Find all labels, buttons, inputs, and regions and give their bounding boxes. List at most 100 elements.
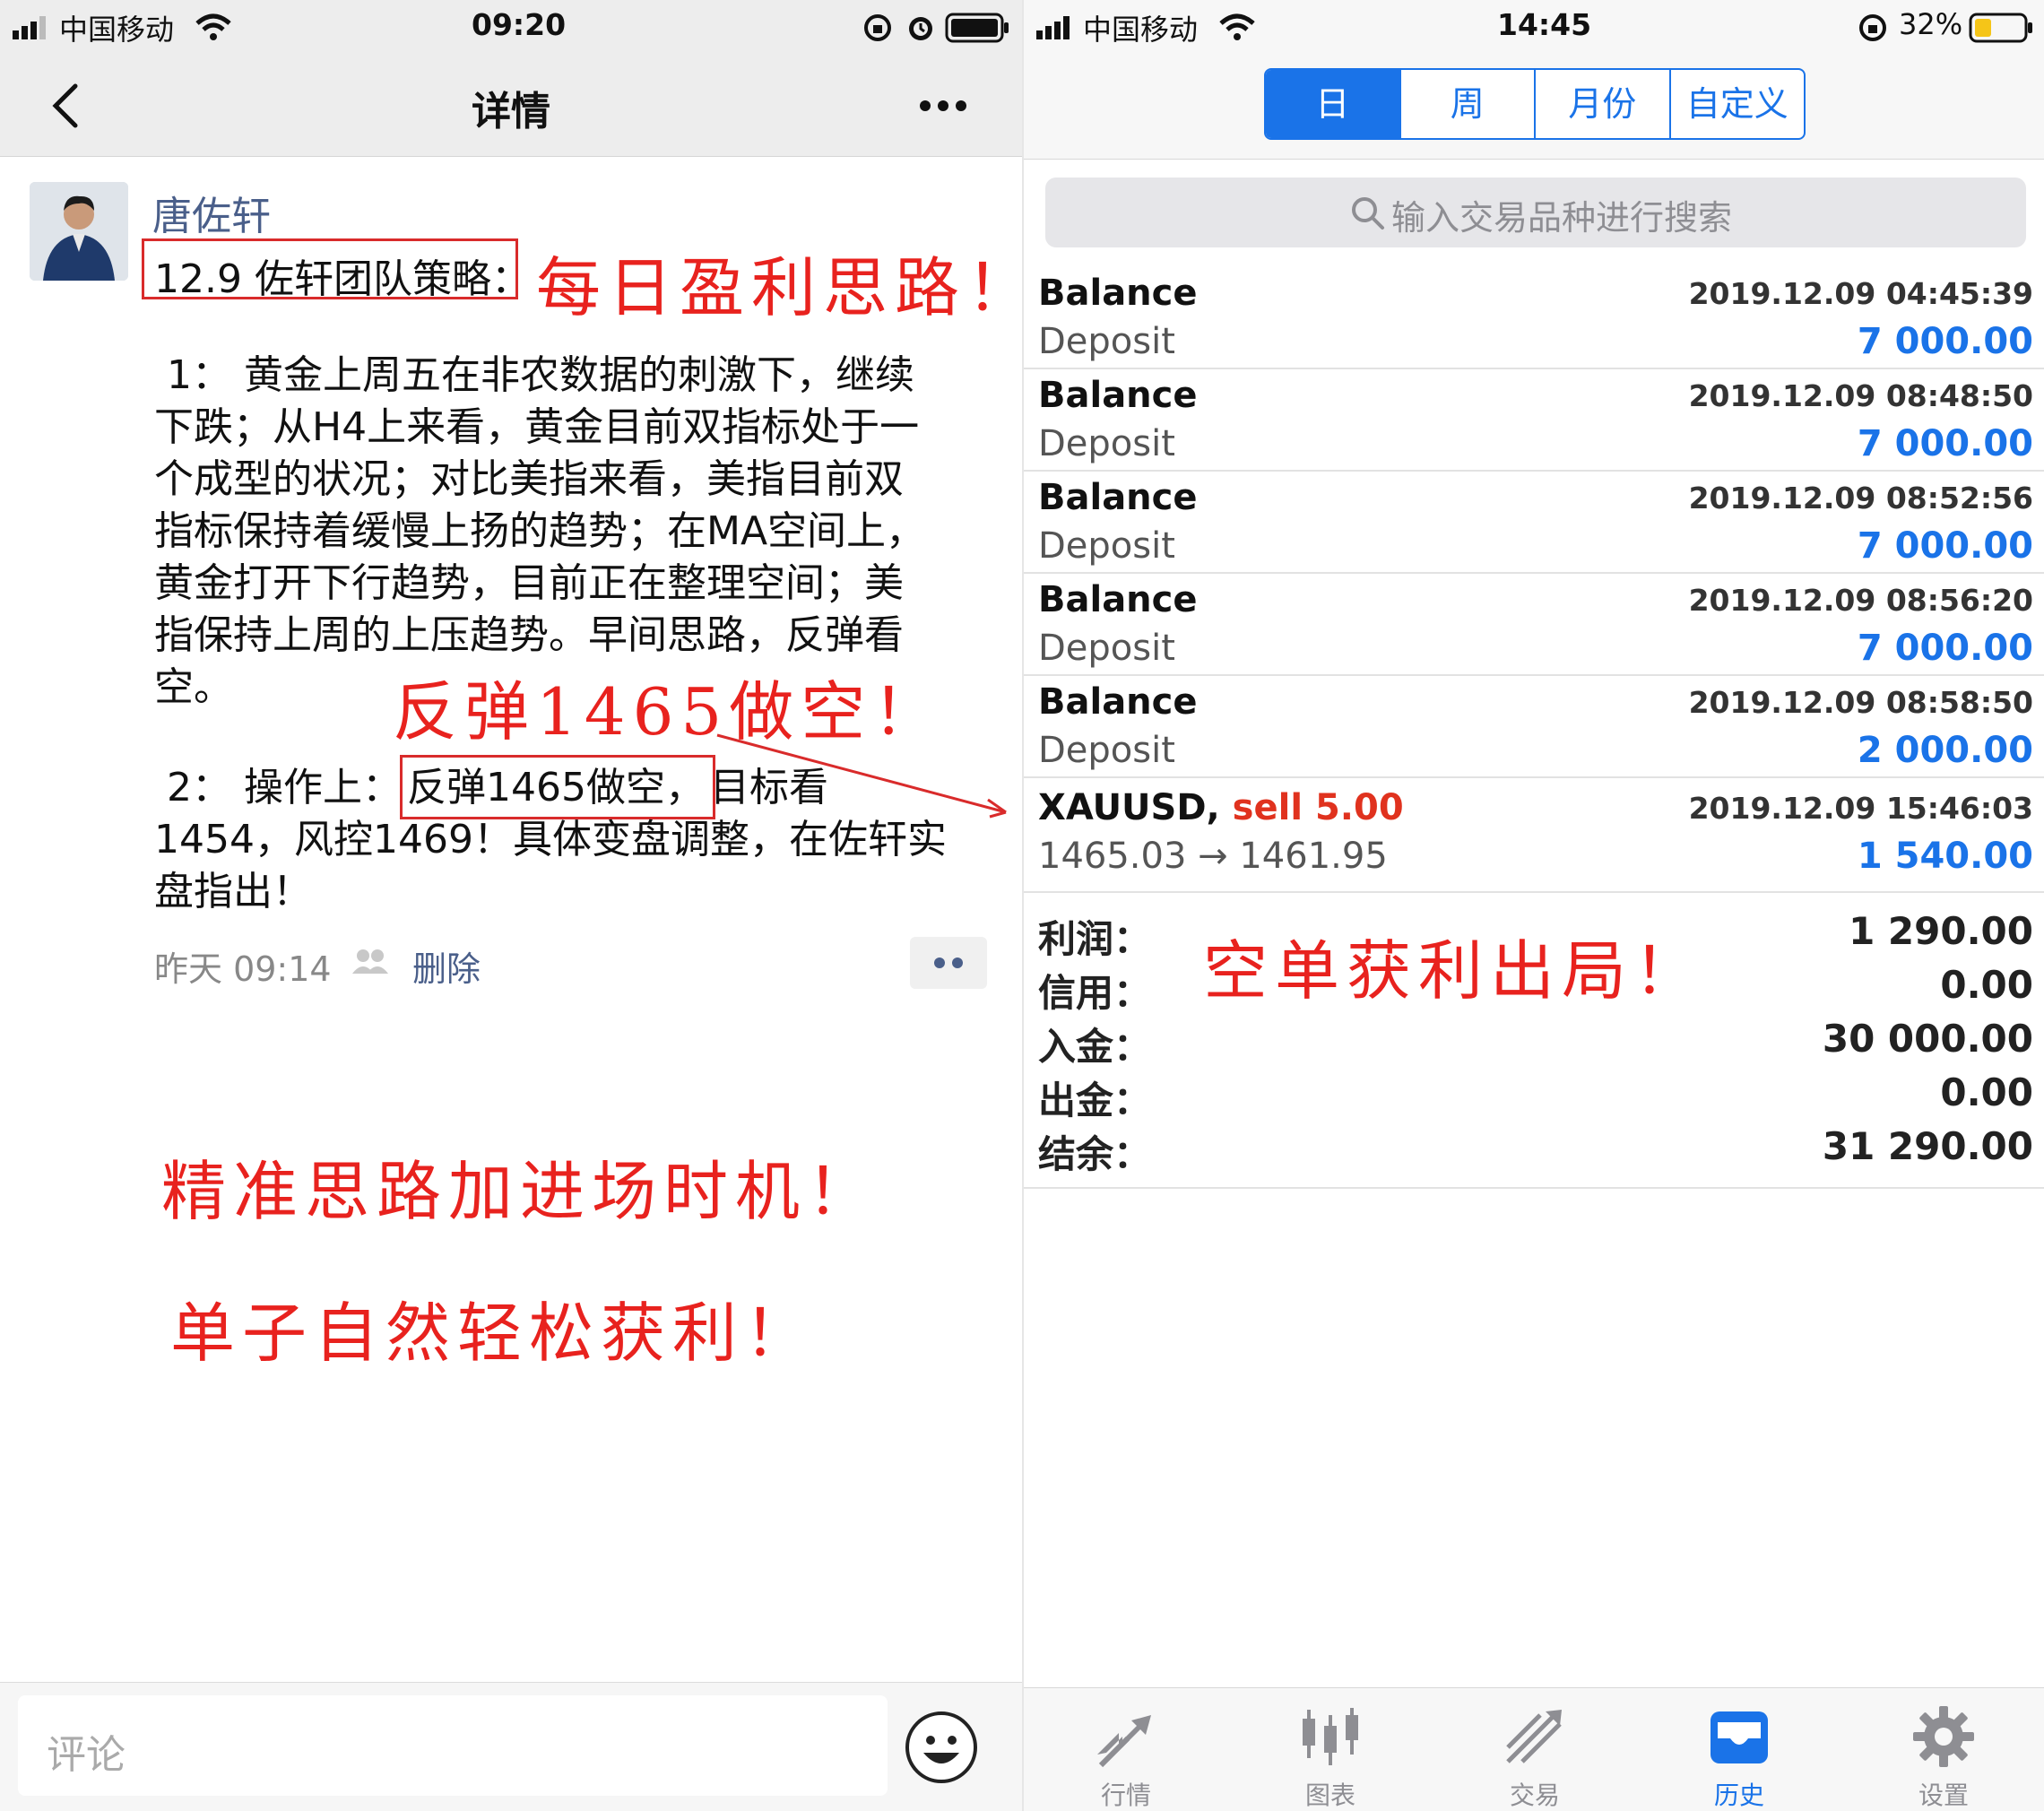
para2-prefix: 2： 操作上：	[154, 765, 402, 810]
trade-row[interactable]: XAUUSD, sell 5.00 2019.12.09 15:46:03 14…	[1024, 782, 2044, 893]
comment-bar: 评论	[0, 1682, 1022, 1811]
signal-icon	[13, 16, 46, 39]
summary-label: 入金：	[1038, 1025, 1152, 1069]
post-title: 12.9 佐轩团队策略：	[154, 256, 531, 302]
quotes-arrows-icon	[1097, 1715, 1151, 1768]
comment-placeholder: 评论	[47, 1732, 126, 1778]
para1-line: 指保持上周的上压趋势。早间思路，反弹看	[154, 612, 904, 658]
carrier-label: 中国移动	[59, 13, 175, 47]
symbol-search-input[interactable]: 输入交易品种进行搜索	[1045, 178, 2026, 247]
period-bar: 日 周 月份 自定义	[1024, 54, 2044, 160]
rebound-highlight-box	[399, 755, 715, 819]
summary-value: 1 290.00	[1849, 909, 2033, 953]
row-date: 2019.12.09 04:45:39	[1688, 276, 2033, 311]
history-row[interactable]: Balance 2019.12.09 04:45:39 Deposit 7 00…	[1024, 267, 2044, 369]
battery-icon	[1969, 13, 2032, 43]
author-name[interactable]: 唐佐轩	[152, 184, 271, 241]
candlestick-icon	[1303, 1708, 1358, 1765]
tab-label: 行情	[1100, 1781, 1151, 1810]
row-subtype: Deposit	[1038, 730, 1175, 771]
two-dots-icon	[934, 957, 963, 968]
row-date: 2019.12.09 08:56:20	[1688, 583, 2033, 618]
row-amount: 7 000.00	[1857, 628, 2033, 669]
tab-label: 交易	[1509, 1781, 1560, 1810]
delete-link[interactable]: 删除	[412, 941, 481, 991]
summary-value: 0.00	[1940, 963, 2033, 1007]
tab-trade[interactable]: 交易	[1433, 1688, 1637, 1811]
row-date: 2019.12.09 08:52:56	[1688, 481, 2033, 516]
row-type: Balance	[1038, 477, 1198, 518]
search-placeholder: 输入交易品种进行搜索	[1391, 198, 1733, 238]
para1-line: 黄金打开下行趋势，目前正在整理空间；美	[154, 560, 904, 606]
status-time: 14:45	[1497, 7, 1592, 42]
row-subtype: Deposit	[1038, 321, 1175, 362]
status-time: 09:20	[472, 7, 567, 42]
more-icon[interactable]	[918, 99, 968, 113]
tab-chart[interactable]: 图表	[1228, 1688, 1433, 1811]
signal-icon	[1036, 16, 1070, 39]
summary-row: 出金： 0.00	[1038, 1070, 2033, 1124]
post-time: 昨天 09:14	[154, 949, 332, 989]
tab-history[interactable]: 历史	[1637, 1688, 1841, 1811]
row-type: Balance	[1038, 579, 1198, 620]
alarm-icon	[909, 17, 932, 40]
segment-day[interactable]: 日	[1266, 70, 1399, 138]
battery-icon	[945, 13, 1009, 43]
para1-line: 指标保持着缓慢上扬的趋势；在MA空间上，	[154, 508, 926, 554]
summary-label: 信用：	[1038, 971, 1152, 1015]
row-subtype: Deposit	[1038, 423, 1175, 464]
tab-label: 设置	[1918, 1781, 1969, 1810]
history-row[interactable]: Balance 2019.12.09 08:58:50 Deposit 2 00…	[1024, 676, 2044, 778]
segment-custom[interactable]: 自定义	[1668, 70, 1805, 138]
comment-like-button[interactable]	[910, 937, 987, 989]
status-bar: 中国移动 09:20	[0, 0, 1022, 54]
segment-month[interactable]: 月份	[1534, 70, 1669, 138]
tab-quotes[interactable]: 行情	[1024, 1688, 1228, 1811]
comment-input[interactable]: 评论	[18, 1695, 888, 1796]
para1-line: 下跌；从H4上来看，黄金目前双指标处于一	[154, 404, 920, 450]
status-bar: 中国移动 14:45 32%	[1024, 0, 2044, 54]
summary-row: 入金： 30 000.00	[1038, 1017, 2033, 1070]
annotation-precise: 精准思路加进场时机！	[161, 1154, 879, 1229]
para1-line: 1： 黄金上周五在非农数据的刺激下，继续	[154, 352, 914, 398]
row-type: Balance	[1038, 681, 1198, 723]
emoji-icon[interactable]	[904, 1710, 979, 1785]
para2-line: 盘指出！	[154, 869, 312, 914]
summary-value: 31 290.00	[1822, 1124, 2033, 1168]
summary-row: 结余： 31 290.00	[1038, 1124, 2033, 1178]
annotation-profit: 单子自然轻松获利！	[170, 1295, 817, 1371]
inbox-tray-icon	[1711, 1711, 1768, 1763]
avatar[interactable]	[30, 182, 128, 281]
annotation-short-profit: 空单获利出局！	[1203, 933, 1706, 1009]
annotation-daily: 每日盈利思路！	[536, 250, 1022, 325]
segment-week[interactable]: 周	[1399, 70, 1535, 138]
para2-boxed: 反弹1465做空，	[399, 755, 715, 819]
history-row[interactable]: Balance 2019.12.09 08:52:56 Deposit 7 00…	[1024, 472, 2044, 574]
summary-label: 出金：	[1038, 1079, 1152, 1122]
trade-symbol: XAUUSD,	[1038, 787, 1220, 828]
history-row[interactable]: Balance 2019.12.09 08:56:20 Deposit 7 00…	[1024, 574, 2044, 676]
rotation-lock-icon	[1859, 14, 1886, 41]
summary-label: 利润：	[1038, 917, 1152, 961]
row-subtype: Deposit	[1038, 525, 1175, 567]
trade-trend-icon	[1506, 1710, 1562, 1763]
search-icon	[1352, 197, 1384, 230]
row-date: 2019.12.09 15:46:03	[1688, 791, 2033, 826]
tab-label: 历史	[1713, 1781, 1764, 1810]
row-date: 2019.12.09 08:58:50	[1688, 685, 2033, 720]
rotation-lock-icon	[864, 14, 891, 41]
tab-settings[interactable]: 设置	[1841, 1688, 2044, 1811]
trade-prices: 1465.03 → 1461.95	[1038, 836, 1388, 877]
carrier-label: 中国移动	[1083, 13, 1199, 47]
nav-bar: 详情	[0, 54, 1022, 157]
battery-percent: 32%	[1899, 7, 1963, 41]
trade-action: sell 5.00	[1232, 787, 1404, 828]
wifi-icon	[1219, 13, 1255, 40]
bottom-tab-bar: 行情 图表 交易 历史 设置	[1024, 1687, 2044, 1811]
trade-profit: 1 540.00	[1857, 836, 2033, 877]
period-segmented-control: 日 周 月份 自定义	[1264, 68, 1806, 140]
row-date: 2019.12.09 08:48:50	[1688, 378, 2033, 413]
row-amount: 7 000.00	[1857, 525, 2033, 567]
history-row[interactable]: Balance 2019.12.09 08:48:50 Deposit 7 00…	[1024, 369, 2044, 472]
wechat-moment-screen: 中国移动 09:20 详情 唐佐轩 12.9 佐轩团队策略： 每日盈利思路！ 1…	[0, 0, 1022, 1811]
